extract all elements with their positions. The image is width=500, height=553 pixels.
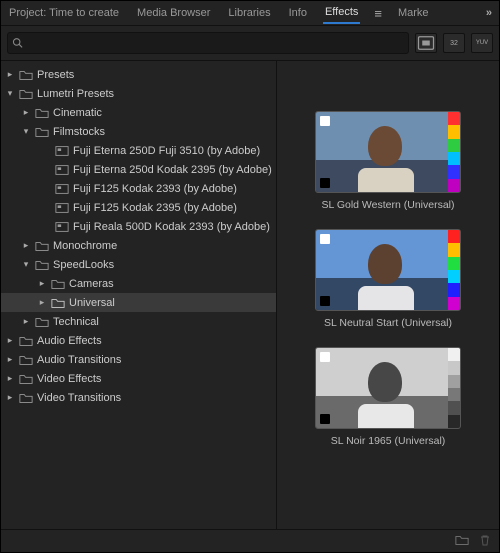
tab-libraries[interactable]: Libraries xyxy=(226,3,272,23)
preset-thumbnail[interactable] xyxy=(315,111,461,193)
folder-icon xyxy=(19,354,33,366)
chevron-down-icon: ▾ xyxy=(21,126,31,137)
tree-preset-item[interactable]: Fuji Reala 500D Kodak 2393 (by Adobe) xyxy=(1,217,276,236)
folder-icon xyxy=(19,335,33,347)
preview-pane: SL Gold Western (Universal) SL Neutral S… xyxy=(277,101,499,529)
tab-project[interactable]: Project: Time to create xyxy=(7,3,121,23)
chevron-right-icon: ▸ xyxy=(5,354,15,365)
tree-preset-item[interactable]: Fuji F125 Kodak 2395 (by Adobe) xyxy=(1,198,276,217)
new-bin-icon[interactable] xyxy=(455,534,469,549)
preview-card: SL Gold Western (Universal) xyxy=(315,111,461,211)
search-icon xyxy=(12,37,24,49)
tree-label: Fuji F125 Kodak 2395 (by Adobe) xyxy=(73,202,237,214)
tree-audio-effects[interactable]: ▸ Audio Effects xyxy=(1,331,276,350)
preset-thumbnail[interactable] xyxy=(315,229,461,311)
tree-monochrome[interactable]: ▸ Monochrome xyxy=(1,236,276,255)
tree-label: Fuji F125 Kodak 2393 (by Adobe) xyxy=(73,183,237,195)
32bit-filter-icon[interactable]: 32 xyxy=(443,33,465,53)
chevron-right-icon: ▸ xyxy=(5,69,15,80)
chevron-down-icon: ▾ xyxy=(5,88,15,99)
tree-lumetri-presets[interactable]: ▾ Lumetri Presets xyxy=(1,84,276,103)
tree-preset-item[interactable]: Fuji F125 Kodak 2393 (by Adobe) xyxy=(1,179,276,198)
preset-caption: SL Neutral Start (Universal) xyxy=(324,317,452,329)
chevron-right-icon: ▸ xyxy=(5,335,15,346)
tree-label: Audio Effects xyxy=(37,335,102,347)
preset-thumbnail[interactable] xyxy=(315,347,461,429)
folder-icon xyxy=(19,392,33,404)
tree-label: Monochrome xyxy=(53,240,117,252)
tab-media-browser[interactable]: Media Browser xyxy=(135,3,212,23)
tree-presets[interactable]: ▸ Presets xyxy=(1,65,276,84)
folder-icon xyxy=(35,240,49,252)
tree-video-transitions[interactable]: ▸ Video Transitions xyxy=(1,388,276,407)
tree-label: Lumetri Presets xyxy=(37,88,114,100)
effects-toolbar: 32 YUV xyxy=(1,26,499,61)
panel-footer xyxy=(1,529,499,552)
preset-caption: SL Gold Western (Universal) xyxy=(321,199,454,211)
tree-label: Fuji Reala 500D Kodak 2393 (by Adobe) xyxy=(73,221,270,233)
preview-card: SL Noir 1965 (Universal) xyxy=(315,347,461,447)
tree-label: Video Effects xyxy=(37,373,101,385)
tree-cameras[interactable]: ▸ Cameras xyxy=(1,274,276,293)
preset-icon xyxy=(55,183,69,195)
folder-icon xyxy=(35,126,49,138)
search-input[interactable] xyxy=(7,32,409,54)
preset-caption: SL Noir 1965 (Universal) xyxy=(331,435,446,447)
tree-label: Fuji Eterna 250D Fuji 3510 (by Adobe) xyxy=(73,145,260,157)
tab-markers[interactable]: Marke xyxy=(396,3,431,23)
chevron-right-icon: ▸ xyxy=(21,107,31,118)
chevron-right-icon: ▸ xyxy=(37,278,47,289)
search-field[interactable] xyxy=(24,35,404,52)
tree-label: Fuji Eterna 250d Kodak 2395 (by Adobe) xyxy=(73,164,272,176)
tree-universal[interactable]: ▸ Universal xyxy=(1,293,276,312)
folder-icon xyxy=(19,88,33,100)
tree-preset-item[interactable]: Fuji Eterna 250D Fuji 3510 (by Adobe) xyxy=(1,141,276,160)
tab-effects[interactable]: Effects xyxy=(323,2,360,24)
accelerated-effects-filter-icon[interactable] xyxy=(415,33,437,53)
chevron-down-icon: ▾ xyxy=(21,259,31,270)
folder-icon xyxy=(35,107,49,119)
tree-label: Audio Transitions xyxy=(37,354,121,366)
tree-technical[interactable]: ▸ Technical xyxy=(1,312,276,331)
preset-icon xyxy=(55,221,69,233)
tree-label: Video Transitions xyxy=(37,392,121,404)
tree-label: Cameras xyxy=(69,278,114,290)
chevron-right-icon: ▸ xyxy=(5,392,15,403)
chevron-right-icon: ▸ xyxy=(37,297,47,308)
folder-icon xyxy=(19,69,33,81)
tree-label: Cinematic xyxy=(53,107,102,119)
chevron-right-icon: ▸ xyxy=(5,373,15,384)
tree-video-effects[interactable]: ▸ Video Effects xyxy=(1,369,276,388)
folder-icon xyxy=(35,316,49,328)
tree-label: SpeedLooks xyxy=(53,259,114,271)
chevron-right-icon: ▸ xyxy=(21,316,31,327)
tab-info[interactable]: Info xyxy=(287,3,309,23)
tree-label: Technical xyxy=(53,316,99,328)
folder-icon xyxy=(51,278,65,290)
tree-label: Universal xyxy=(69,297,115,309)
tree-cinematic[interactable]: ▸ Cinematic xyxy=(1,103,276,122)
chevron-right-icon: ▸ xyxy=(21,240,31,251)
delete-icon[interactable] xyxy=(479,534,491,549)
preset-icon xyxy=(55,145,69,157)
yuv-filter-icon[interactable]: YUV xyxy=(471,33,493,53)
preview-card: SL Neutral Start (Universal) xyxy=(315,229,461,329)
folder-icon xyxy=(19,373,33,385)
preset-icon xyxy=(55,202,69,214)
tree-filmstocks[interactable]: ▾ Filmstocks xyxy=(1,122,276,141)
folder-icon xyxy=(35,259,49,271)
preset-icon xyxy=(55,164,69,176)
folder-icon xyxy=(51,297,65,309)
tree-speedlooks[interactable]: ▾ SpeedLooks xyxy=(1,255,276,274)
effects-tree: ▸ Presets ▾ Lumetri Presets ▸ Cinematic … xyxy=(1,61,277,529)
tree-label: Presets xyxy=(37,69,74,81)
tree-audio-transitions[interactable]: ▸ Audio Transitions xyxy=(1,350,276,369)
panel-menu-icon[interactable]: ≡ xyxy=(374,6,382,21)
tree-label: Filmstocks xyxy=(53,126,105,138)
tree-preset-item[interactable]: Fuji Eterna 250d Kodak 2395 (by Adobe) xyxy=(1,160,276,179)
tabs-overflow-button[interactable]: » xyxy=(486,7,493,19)
panel-tabs: Project: Time to create Media Browser Li… xyxy=(1,1,499,26)
